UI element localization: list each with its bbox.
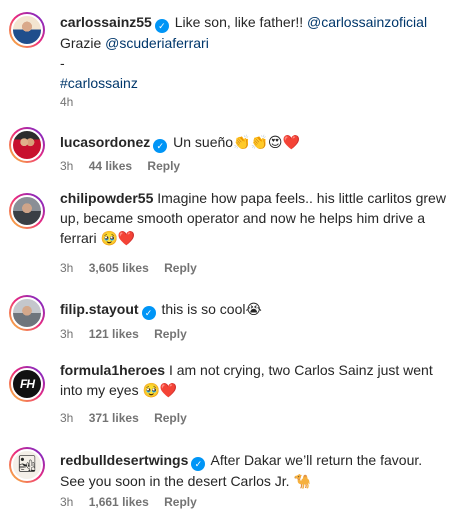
verified-badge-icon: ✓ — [191, 457, 206, 471]
username[interactable]: chilipowder55 — [60, 190, 153, 206]
avatar[interactable] — [9, 127, 45, 163]
reply-button[interactable]: Reply — [154, 327, 187, 341]
username[interactable]: formula1heroes — [60, 362, 165, 378]
username[interactable]: lucasordonez — [60, 134, 150, 150]
comment-body: this is so cool😭 — [161, 301, 262, 317]
reply-button[interactable]: Reply — [164, 495, 197, 509]
avatar-image — [11, 129, 43, 161]
avatar[interactable] — [9, 295, 45, 331]
comment-text: redbulldesertwings ✓ After Dakar we’ll re… — [60, 450, 450, 491]
reply-button[interactable]: Reply — [154, 411, 187, 425]
comment-text: chilipowder55 Imagine how papa feels.. h… — [60, 188, 450, 248]
heart-emoji: ❤️ — [282, 134, 300, 150]
mention-link[interactable]: @carlossainzoficial — [307, 14, 427, 30]
comment-text: filip.stayout ✓ this is so cool😭 — [60, 299, 450, 320]
verified-badge-icon: ✓ — [154, 19, 169, 33]
avatar[interactable]: 🏜 — [9, 447, 45, 483]
hashtag-link[interactable]: #carlossainz — [60, 75, 138, 91]
reply-button[interactable]: Reply — [147, 159, 180, 173]
likes-count[interactable]: 3,605 likes — [89, 261, 149, 275]
caption-text: - — [60, 55, 65, 71]
likes-count[interactable]: 1,661 likes — [89, 495, 149, 509]
avatar-logo-icon: 🏜 — [16, 456, 38, 473]
comment-time[interactable]: 3h — [60, 495, 73, 509]
likes-count[interactable]: 371 likes — [89, 411, 139, 425]
heart-emoji: ❤️ — [117, 230, 136, 246]
avatar[interactable] — [9, 193, 45, 229]
caption-text: Grazie — [60, 35, 102, 51]
avatar-image: 🏜 — [11, 449, 43, 481]
reply-button[interactable]: Reply — [164, 261, 197, 275]
comment-time[interactable]: 3h — [60, 159, 73, 173]
username[interactable]: carlossainz55 — [60, 14, 152, 30]
comment-text: carlossainz55 ✓ Like son, like father!! @… — [60, 12, 450, 93]
comment-time[interactable]: 3h — [60, 327, 73, 341]
avatar[interactable]: FH — [9, 366, 45, 402]
caption-text: Like son, like father!! — [174, 14, 304, 30]
avatar-logo-text: FH — [20, 377, 35, 391]
username[interactable]: filip.stayout — [60, 301, 139, 317]
avatar-image: FH — [11, 368, 43, 400]
avatar-image — [11, 195, 43, 227]
likes-count[interactable]: 44 likes — [89, 159, 132, 173]
verified-badge-icon: ✓ — [153, 139, 168, 153]
verified-badge-icon: ✓ — [141, 306, 156, 320]
username[interactable]: redbulldesertwings — [60, 452, 188, 468]
likes-count[interactable]: 121 likes — [89, 327, 139, 341]
avatar-image — [11, 14, 43, 46]
comment-time[interactable]: 4h — [60, 95, 73, 109]
comment-time[interactable]: 3h — [60, 261, 73, 275]
heart-emoji: ❤️ — [159, 382, 178, 398]
comment-text: lucasordonez ✓ Un sueño👏👏😍❤️ — [60, 132, 450, 153]
mention-link[interactable]: @scuderiaferrari — [105, 35, 209, 51]
comment-text: formula1heroes I am not crying, two Carl… — [60, 360, 450, 400]
comment-body: Un sueño👏👏😍 — [173, 134, 283, 150]
avatar[interactable] — [9, 12, 45, 48]
comment-time[interactable]: 3h — [60, 411, 73, 425]
avatar-image — [11, 297, 43, 329]
